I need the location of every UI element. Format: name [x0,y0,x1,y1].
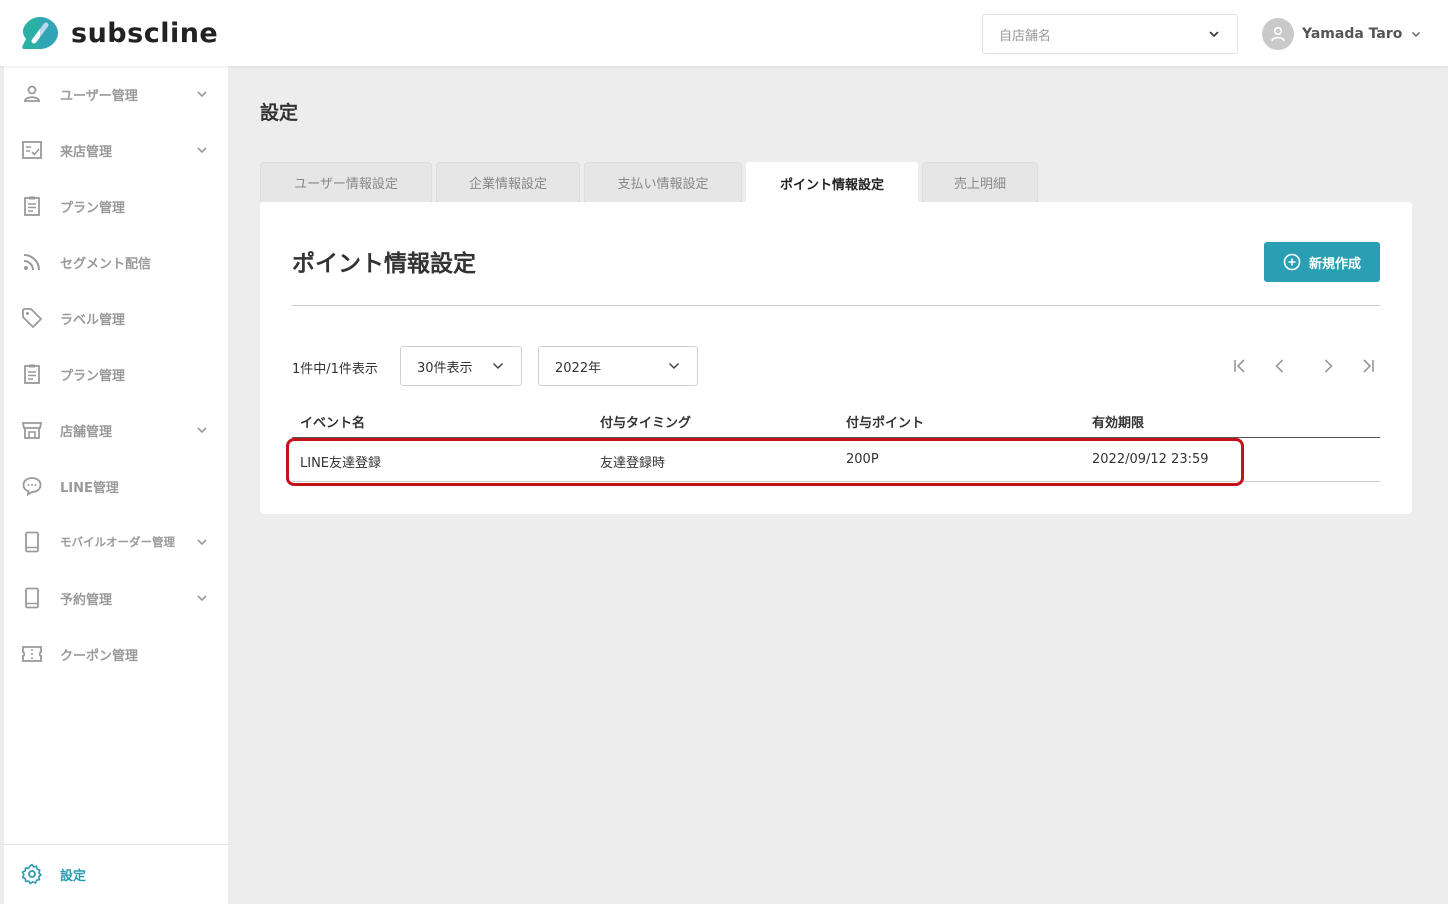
cell-points: 200P [846,452,879,467]
sidebar-item-label: モバイルオーダー管理 [60,535,175,549]
column-header-event-name: イベント名 [300,416,366,431]
per-page-select[interactable]: 30件表示 [400,346,522,386]
card-divider [292,305,1380,306]
chevron-down-icon [1209,31,1219,38]
sidebar-item-coupon-management[interactable]: クーポン管理 [4,634,228,674]
year-select-value: 2022年 [555,360,602,376]
chat-icon [22,477,42,497]
sidebar-item-store-management[interactable]: 店舗管理 [4,410,228,450]
tab-company-info[interactable]: 企業情報設定 [436,162,580,202]
sidebar-item-label: ラベル管理 [60,313,126,328]
chevron-down-icon [492,362,504,370]
sidebar-item-label: 店舗管理 [60,425,113,440]
brand-logo[interactable]: subscline [20,15,218,51]
user-avatar-icon [1271,26,1285,42]
result-count: 1件中/1件表示 [292,362,378,377]
tab-payment-info[interactable]: 支払い情報設定 [584,162,742,202]
ticket-icon [22,646,42,662]
tab-point-info[interactable]: ポイント情報設定 [746,162,918,204]
per-page-select-value: 30件表示 [417,360,473,376]
tab-sales-details[interactable]: 売上明細 [922,162,1038,202]
sidebar-item-label: 設定 [60,869,87,884]
cell-event-name: LINE友達登録 [300,456,382,471]
sidebar-item-segment-delivery[interactable]: セグメント配信 [4,242,228,282]
logo-mark-icon [22,17,58,49]
sidebar-item-label: LINE管理 [60,481,119,496]
new-create-button-label: 新規作成 [1308,256,1361,272]
column-header-expiry: 有効期限 [1092,416,1145,431]
card-title: ポイント情報設定 [292,251,476,277]
sidebar-item-mobile-order-management[interactable]: モバイルオーダー管理 [4,522,228,562]
sidebar-item-label: 来店管理 [60,145,113,160]
chevron-down-icon [197,427,207,434]
user-icon [24,85,40,102]
first-page-icon[interactable] [1230,356,1250,376]
avatar [1262,18,1294,50]
sidebar-item-user-management[interactable]: ユーザー管理 [4,74,228,114]
chevron-down-icon [197,595,207,602]
mobile-icon [25,587,39,609]
tab-user-info[interactable]: ユーザー情報設定 [260,162,432,202]
sidebar-item-visit-management[interactable]: 来店管理 [4,130,228,170]
chevron-down-icon [197,91,207,98]
chevron-down-icon [197,539,207,546]
sidebar-item-label: クーポン管理 [60,649,139,664]
store-select[interactable]: 自店舗名 [982,14,1238,54]
brand-name: subscline [71,17,219,49]
previous-page-icon[interactable] [1270,356,1290,376]
sidebar-item-settings[interactable]: 設定 [4,854,228,894]
clipboard-icon [24,364,40,384]
sidebar-item-label: プラン管理 [60,369,126,384]
sidebar-divider [4,844,228,845]
chevron-down-icon [1412,31,1421,38]
chevron-down-icon [197,147,207,154]
sidebar-item-line-management[interactable]: LINE管理 [4,466,228,506]
point-settings-card: ポイント情報設定 新規作成 1件中/1件表示 30件表示 2022年 イベント名… [260,202,1412,514]
cell-expiry: 2022/09/12 23:59 [1092,452,1209,467]
tag-icon [22,308,43,329]
sidebar-item-plan-management[interactable]: プラン管理 [4,186,228,226]
user-menu[interactable]: Yamada Taro [1262,18,1422,50]
table-row[interactable]: LINE友達登録 友達登録時 200P 2022/09/12 23:59 [292,438,1380,482]
sidebar-item-label: 予約管理 [60,593,113,608]
sidebar-item-label: プラン管理 [60,201,126,216]
chevron-down-icon [668,362,680,370]
store-icon [21,422,43,439]
gear-icon [21,863,42,885]
mobile-icon [25,531,39,553]
cell-timing: 友達登録時 [600,456,666,471]
sidebar-item-label: セグメント配信 [60,257,152,272]
store-select-placeholder: 自店舗名 [999,28,1052,44]
sidebar-item-reservation-management[interactable]: 予約管理 [4,578,228,618]
column-header-points: 付与ポイント [846,416,925,431]
next-page-icon[interactable] [1318,356,1338,376]
sidebar-item-label-management[interactable]: ラベル管理 [4,298,228,338]
checkin-icon [22,141,42,159]
new-create-button[interactable]: 新規作成 [1264,242,1380,282]
sidebar-item-label: ユーザー管理 [60,89,138,104]
year-select[interactable]: 2022年 [538,346,698,386]
top-header: subscline 自店舗名 Yamada Taro [0,0,1448,66]
user-name: Yamada Taro [1302,26,1403,42]
sidebar-item-plan-management-2[interactable]: プラン管理 [4,354,228,394]
rss-icon [23,254,40,271]
page-title: 設定 [260,102,299,124]
plus-circle-icon [1283,253,1301,271]
column-header-timing: 付与タイミング [600,416,692,431]
clipboard-icon [24,196,40,216]
last-page-icon[interactable] [1358,356,1378,376]
sidebar: ユーザー管理 来店管理 プラン管理 セグメント配信 ラベル管理 プラン管理 店舗… [4,66,228,904]
